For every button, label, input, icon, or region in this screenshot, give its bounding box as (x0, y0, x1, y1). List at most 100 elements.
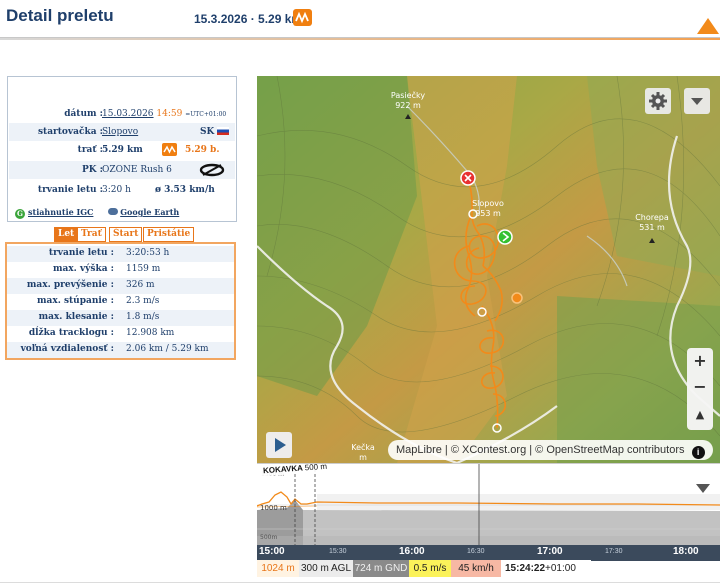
peak-label: Kečka (351, 442, 375, 452)
stat-row: trvanie letu : 3:20:53 h (7, 246, 234, 262)
ozone-logo-icon (199, 163, 225, 180)
download-links: Gstiahnutie IGC Google Earth (15, 207, 179, 219)
flight-stats-table: trvanie letu : 3:20:53 h max. výška : 11… (5, 242, 236, 360)
tab-start[interactable]: Štart (109, 227, 143, 242)
duration-row: trvanie letu : 3:20 h ø 3.53 km/h (9, 181, 235, 199)
stat-label: trvanie letu : (48, 248, 114, 258)
route-value: 5.29 km (102, 145, 143, 155)
layer-dropdown-button[interactable] (684, 88, 710, 114)
igc-download-link[interactable]: stiahnutie IGC (28, 207, 93, 217)
settings-gear-button[interactable] (645, 88, 671, 114)
flight-info-box: dátum : 15.03.2026 14:59 =UTC+01:00 star… (7, 76, 237, 222)
stat-row: max. prevýšenie : 326 m (7, 278, 234, 294)
play-animation-button[interactable] (266, 432, 292, 458)
tab-trat[interactable]: Trať (77, 227, 106, 242)
duration-label: trvanie letu : (37, 185, 103, 195)
launch-link[interactable]: Slopovo (102, 127, 138, 137)
stat-label: max. výška : (52, 264, 114, 274)
stat-row: max. stúpanie : 2.3 m/s (7, 294, 234, 310)
zoom-out-button[interactable]: − (687, 374, 713, 400)
tab-let[interactable]: Let (54, 227, 79, 242)
time-tick: 17:30 (605, 548, 623, 555)
time-tick: 17:00 (537, 546, 563, 557)
stat-row: voľná vzdialenosť : 2.06 km / 5.29 km (7, 342, 234, 358)
peak-label: Slopovo (472, 199, 504, 208)
pilot-position-marker[interactable] (511, 292, 523, 304)
time-tick: 16:30 (467, 548, 485, 555)
glider-value: OZONE Rush 6 (102, 165, 172, 175)
stat-label: max. klesanie : (38, 312, 114, 322)
tab-pristatie[interactable]: Pristátie (143, 227, 195, 242)
gear-icon (649, 92, 667, 110)
date-link[interactable]: 15.03.2026 (102, 109, 154, 119)
chevron-down-icon (691, 98, 703, 105)
time-readout-tz: +01:00 (545, 563, 576, 574)
google-earth-icon (108, 208, 119, 215)
stat-label: voľná vzdialenosť : (20, 344, 114, 354)
map-attribution: MapLibre | © XContest.org | © OpenStreet… (388, 440, 713, 460)
stat-row: max. klesanie : 1.8 m/s (7, 310, 234, 326)
route-row: trať : 5.29 km 5.29 b. (9, 141, 235, 159)
avg-speed-value: ø 3.53 km/h (155, 185, 215, 195)
agl-readout: 300 m AGL (299, 560, 353, 577)
terrain-map[interactable]: Pasiečky 922 m Slopovo 953 m Chorepa 531… (257, 76, 720, 463)
stat-row: max. výška : 1159 m (7, 262, 234, 278)
date-label: dátum : (64, 109, 103, 119)
stat-row: dĺžka tracklogu : 12.908 km (7, 326, 234, 342)
peak-alt: 922 m (395, 101, 421, 110)
country-code: SK (200, 127, 215, 137)
compass-button[interactable]: ▲ (687, 402, 713, 428)
stat-value: 2.06 km / 5.29 km (126, 344, 209, 354)
stat-value: 326 m (126, 280, 155, 290)
altitude-readout: 1024 m (257, 560, 299, 577)
stat-value: 12.908 km (126, 328, 175, 338)
flight-map[interactable]: Pasiečky 922 m Slopovo 953 m Chorepa 531… (257, 76, 720, 463)
flight-subtitle: 15.3.2026 · 5.29 km (194, 12, 303, 26)
y-axis-label: 500m (260, 534, 277, 541)
time-readout: 15:24:22+01:00 (501, 560, 591, 577)
timezone-value: =UTC+01:00 (185, 111, 227, 118)
glider-row: PK : OZONE Rush 6 (9, 161, 235, 179)
page-title: Detail preletu (6, 6, 114, 25)
time-readout-value: 15:24:22 (505, 563, 546, 574)
time-tick: 15:00 (259, 546, 285, 557)
slovakia-flag-icon (217, 127, 230, 135)
map-zoom-controls: + − ▲ (687, 348, 713, 430)
profile-status-bar: 1024 m 300 m AGL 724 m GND 0.5 m/s 45 km… (257, 560, 720, 577)
stat-label: max. stúpanie : (36, 296, 114, 306)
date-row: dátum : 15.03.2026 14:59 =UTC+01:00 (9, 105, 235, 123)
glider-label: PK : (81, 165, 103, 175)
stat-value: 3:20:53 h (126, 248, 170, 258)
speed-readout: 45 km/h (451, 560, 501, 577)
flight-type-icon (293, 9, 312, 26)
gnd-readout: 724 m GND (353, 560, 409, 577)
time-tick: 16:00 (399, 546, 425, 557)
stat-label: dĺžka tracklogu : (28, 328, 114, 338)
time-axis[interactable]: 15:00 15:30 16:00 16:30 17:00 17:30 18:0… (257, 545, 720, 561)
time-value: 14:59 (156, 109, 183, 119)
vario-readout: 0.5 m/s (409, 560, 451, 577)
waypoint-alt: 500 m (304, 463, 328, 473)
points-value: 5.29 b. (185, 145, 220, 155)
waypoint-name: KOKAVKA (262, 463, 303, 476)
igc-download-icon: G (15, 209, 25, 219)
launch-row: startovačka : Slopovo SK (9, 123, 235, 141)
peak-label: Chorepa (635, 213, 669, 222)
peak-alt: m (359, 453, 367, 462)
time-tick: 15:30 (329, 548, 347, 555)
takeoff-icon[interactable] (497, 229, 513, 245)
time-tick: 18:00 (673, 546, 699, 557)
play-icon (275, 438, 286, 452)
stat-value: 2.3 m/s (126, 296, 160, 306)
attribution-text[interactable]: MapLibre | © XContest.org | © OpenStreet… (396, 444, 685, 456)
info-icon[interactable]: i (691, 446, 705, 459)
header-divider (0, 38, 720, 40)
peak-alt: 531 m (639, 223, 665, 232)
flight-type-icon (162, 143, 177, 156)
profile-dropdown-icon[interactable] (696, 484, 710, 493)
zoom-in-button[interactable]: + (687, 348, 713, 374)
google-earth-link[interactable]: Google Earth (120, 207, 179, 217)
site-logo-icon[interactable] (697, 18, 719, 34)
page-header: Detail preletu 15.3.2026 · 5.29 km (0, 0, 720, 38)
peak-alt: 953 m (475, 209, 501, 218)
